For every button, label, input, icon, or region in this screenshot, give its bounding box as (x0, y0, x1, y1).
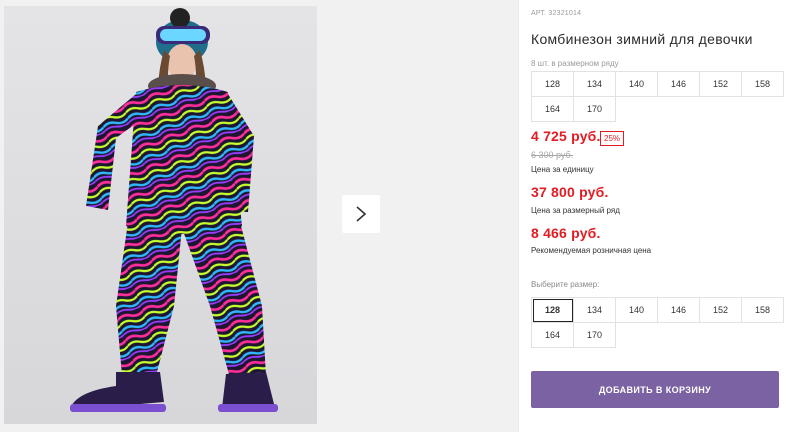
pack-price: 37 800 руб. (531, 184, 609, 200)
panel-divider (518, 0, 519, 432)
size-option[interactable]: 158 (742, 298, 784, 323)
product-title: Комбинезон зимний для девочки (531, 31, 753, 47)
size-option[interactable]: 134 (574, 298, 616, 323)
product-photo[interactable] (4, 6, 317, 424)
product-photo-illustration (4, 6, 317, 424)
size-option[interactable]: 164 (532, 323, 574, 348)
chevron-right-icon (356, 206, 367, 222)
size-option[interactable]: 170 (574, 323, 616, 348)
choose-size-label: Выберите размер: (531, 280, 600, 289)
pack-size-cell: 170 (574, 97, 616, 122)
pack-size-grid: 128 134 140 146 152 158 164 170 (531, 71, 784, 122)
pack-price-caption: Цена за размерный ряд (531, 206, 620, 215)
unit-price-caption: Цена за единицу (531, 165, 594, 174)
pack-size-cell: 128 (532, 72, 574, 97)
pack-size-label: 8 шт. в размерном ряду (531, 59, 619, 68)
pack-size-cell: 134 (574, 72, 616, 97)
article-number: АРТ. 32321014 (531, 10, 582, 17)
pack-size-cell: 158 (742, 72, 784, 97)
size-option[interactable]: 140 (616, 298, 658, 323)
old-price: 6 300 руб. (531, 150, 574, 160)
product-gallery (0, 0, 518, 432)
size-option[interactable]: 146 (658, 298, 700, 323)
size-option[interactable]: 152 (700, 298, 742, 323)
retail-price: 8 466 руб. (531, 225, 601, 241)
pack-size-cell: 152 (700, 72, 742, 97)
add-to-cart-button[interactable]: ДОБАВИТЬ В КОРЗИНУ (531, 371, 779, 408)
pack-size-cell: 164 (532, 97, 574, 122)
discount-badge: 25% (600, 131, 625, 146)
size-selector: 128 134 140 146 152 158 164 170 (531, 297, 784, 348)
size-option-selected[interactable]: 128 (532, 298, 574, 323)
next-image-button[interactable] (342, 195, 380, 233)
unit-price: 4 725 руб. (531, 128, 601, 144)
retail-price-caption: Рекомендуемая розничная цена (531, 246, 652, 255)
pack-size-cell: 146 (658, 72, 700, 97)
pack-size-cell: 140 (616, 72, 658, 97)
